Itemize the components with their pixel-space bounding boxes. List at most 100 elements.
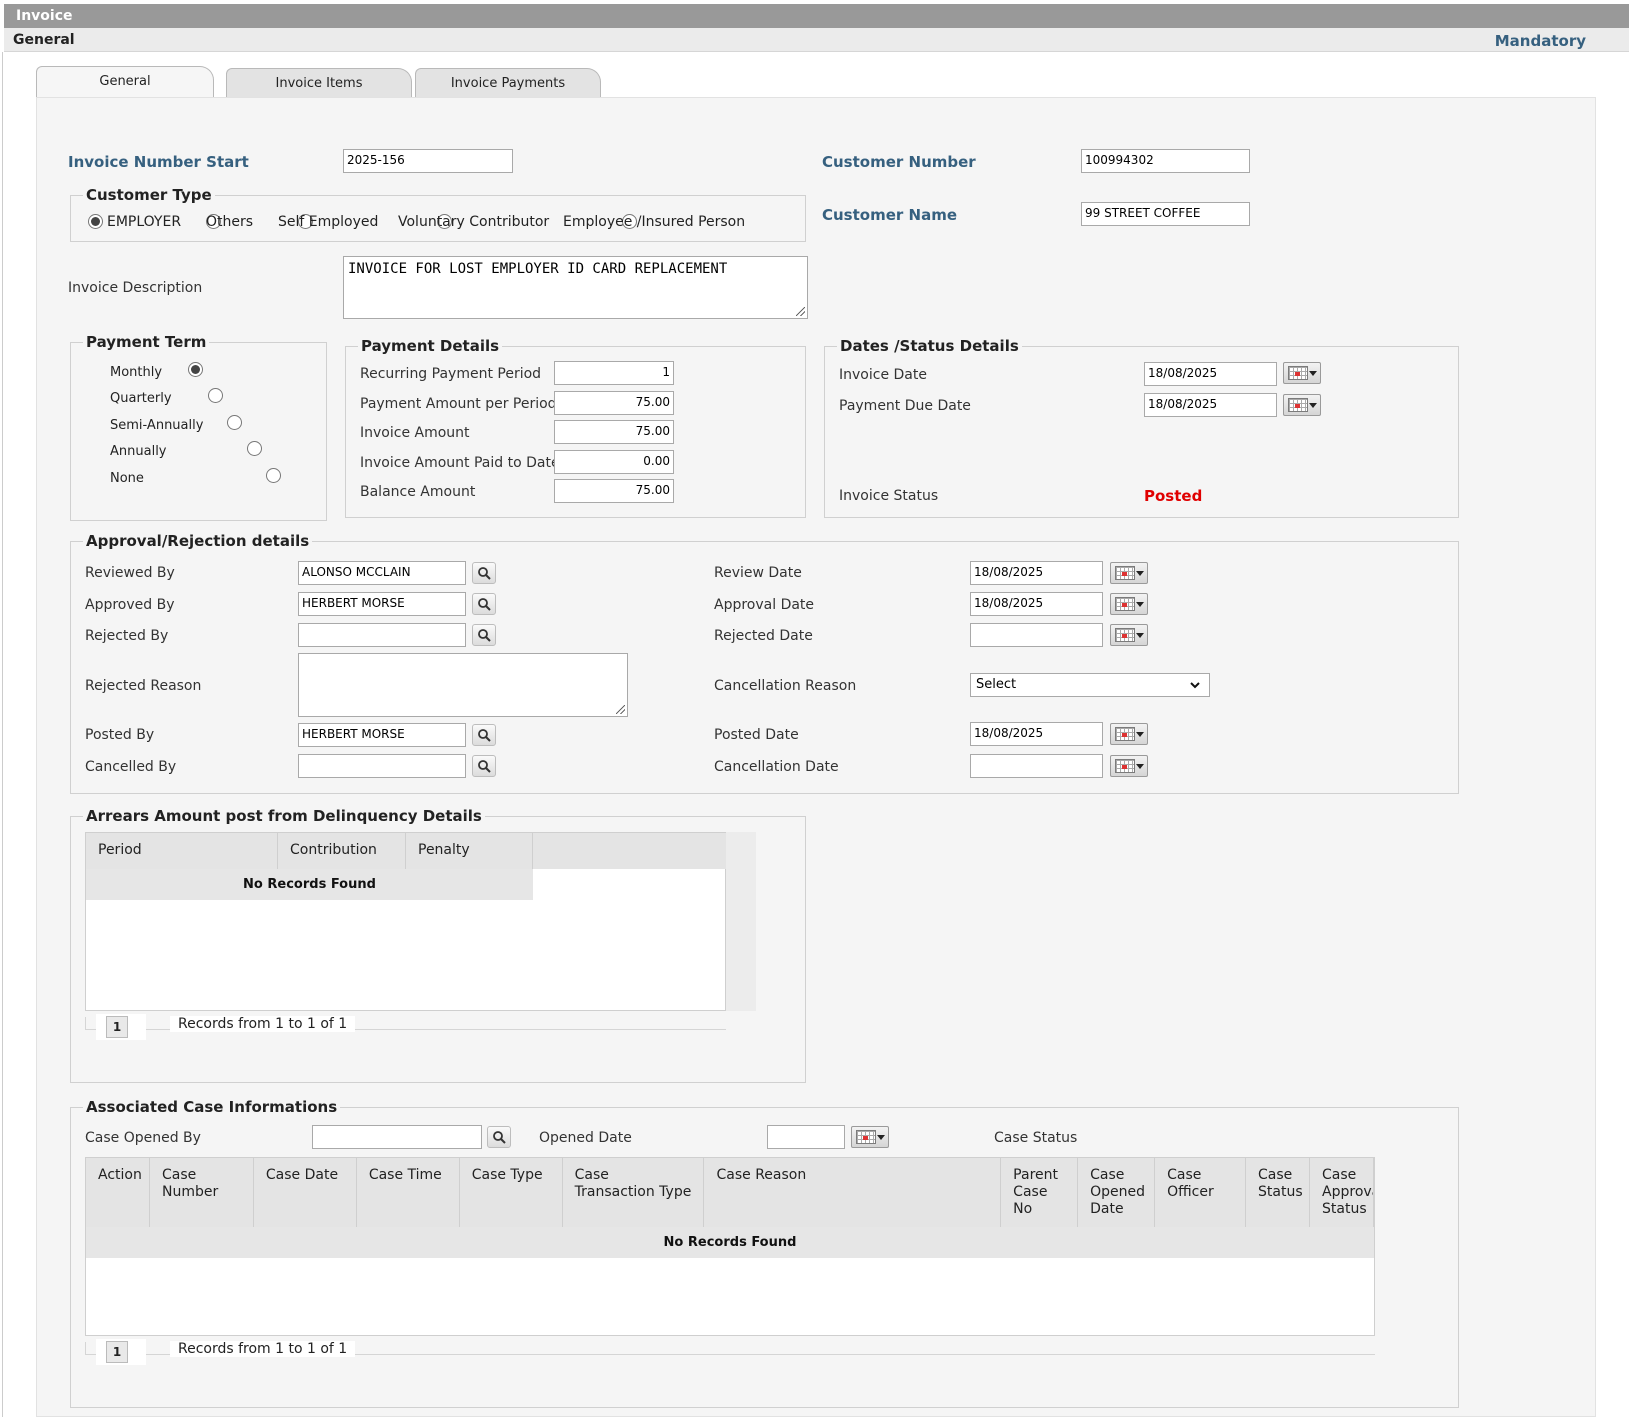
rejected-by-input[interactable] xyxy=(298,623,466,647)
cases-col-case-time[interactable]: Case Time xyxy=(356,1158,460,1227)
cases-records-text: Records from 1 to 1 of 1 xyxy=(170,1341,356,1357)
rejected-by-label: Rejected By xyxy=(85,628,169,644)
invoice-number-input[interactable]: 2025-156 xyxy=(343,149,513,173)
radio-none-label: None xyxy=(110,471,144,486)
posted-date-input[interactable]: 18/08/2025 xyxy=(970,722,1103,746)
amount-paid-label: Invoice Amount Paid to Date xyxy=(360,455,560,471)
resize-grip-icon[interactable] xyxy=(796,307,805,316)
invoice-date-label: Invoice Date xyxy=(839,367,927,383)
radio-employee-insured-label: Employee /Insured Person xyxy=(563,214,746,230)
radio-annually-label: Annually xyxy=(110,444,167,459)
posted-date-label: Posted Date xyxy=(714,727,799,743)
case-opened-by-input[interactable] xyxy=(312,1125,482,1149)
cases-col-case-status[interactable]: Case Status xyxy=(1246,1158,1311,1227)
rejected-date-calendar-icon[interactable] xyxy=(1110,624,1148,646)
invoice-description-label: Invoice Description xyxy=(68,280,203,296)
posted-by-input[interactable]: HERBERT MORSE xyxy=(298,723,466,747)
cases-col-approval-status[interactable]: Case Approval Status xyxy=(1310,1158,1374,1227)
arrears-page-button[interactable]: 1 xyxy=(106,1016,128,1038)
review-date-calendar-icon[interactable] xyxy=(1110,562,1148,584)
customer-number-input[interactable]: 100994302 xyxy=(1081,149,1250,173)
customer-name-input[interactable]: 99 STREET COFFEE xyxy=(1081,202,1250,226)
cases-col-case-officer[interactable]: Case Officer xyxy=(1155,1158,1247,1227)
payment-term-legend: Payment Term xyxy=(86,333,207,351)
reviewed-by-search-icon[interactable] xyxy=(472,562,496,584)
arrears-col-period[interactable]: Period xyxy=(86,833,278,869)
invoice-description-text: INVOICE FOR LOST EMPLOYER ID CARD REPLAC… xyxy=(348,261,728,277)
radio-monthly-label: Monthly xyxy=(110,365,163,380)
cases-page-button[interactable]: 1 xyxy=(106,1341,128,1363)
rejected-date-label: Rejected Date xyxy=(714,628,813,644)
approval-date-input[interactable]: 18/08/2025 xyxy=(970,592,1103,616)
payment-amount-label: Payment Amount per Period xyxy=(360,396,557,412)
approval-date-calendar-icon[interactable] xyxy=(1110,593,1148,615)
cancellation-date-calendar-icon[interactable] xyxy=(1110,755,1148,777)
cases-col-parent-case-no[interactable]: Parent Case No xyxy=(1001,1158,1079,1227)
dates-status-legend: Dates /Status Details xyxy=(840,337,1019,355)
cancelled-by-label: Cancelled By xyxy=(85,759,177,775)
approved-by-input[interactable]: HERBERT MORSE xyxy=(298,592,466,616)
payment-due-date-calendar-icon[interactable] xyxy=(1283,394,1321,416)
cancellation-reason-label: Cancellation Reason xyxy=(714,678,857,694)
customer-number-label: Customer Number xyxy=(822,153,976,171)
cases-col-case-reason[interactable]: Case Reason xyxy=(704,1158,1002,1227)
cases-col-case-number[interactable]: Case Number xyxy=(150,1158,254,1227)
case-opened-by-search-icon[interactable] xyxy=(487,1126,511,1148)
cases-col-opened-date[interactable]: Case Opened Date xyxy=(1078,1158,1156,1227)
resize-grip-icon[interactable] xyxy=(616,705,625,714)
arrears-scrollbar[interactable] xyxy=(726,832,756,1011)
window-title: Invoice xyxy=(4,4,1629,28)
rejected-date-input[interactable] xyxy=(970,623,1103,647)
tab-general[interactable]: General xyxy=(36,66,214,100)
cancelled-by-search-icon[interactable] xyxy=(472,755,496,777)
radio-quarterly[interactable] xyxy=(207,388,223,403)
cases-col-transaction-type[interactable]: Case Transaction Type xyxy=(562,1158,705,1227)
payment-amount-input[interactable]: 75.00 xyxy=(554,391,674,415)
arrears-col-contribution[interactable]: Contribution xyxy=(278,833,406,869)
payment-due-date-input[interactable]: 18/08/2025 xyxy=(1144,393,1277,417)
cancellation-date-label: Cancellation Date xyxy=(714,759,839,775)
rejected-by-search-icon[interactable] xyxy=(472,624,496,646)
invoice-date-input[interactable]: 18/08/2025 xyxy=(1144,362,1277,386)
rejected-reason-textarea[interactable] xyxy=(298,653,628,717)
recurring-period-input[interactable]: 1 xyxy=(554,361,674,385)
cancelled-by-input[interactable] xyxy=(298,754,466,778)
posted-date-calendar-icon[interactable] xyxy=(1110,723,1148,745)
opened-date-input[interactable] xyxy=(767,1125,845,1149)
opened-date-label: Opened Date xyxy=(539,1130,632,1146)
invoice-amount-input[interactable]: 75.00 xyxy=(554,420,674,444)
tab-invoice-items[interactable]: Invoice Items xyxy=(226,68,412,100)
payment-due-date-label: Payment Due Date xyxy=(839,398,971,414)
invoice-amount-label: Invoice Amount xyxy=(360,425,470,441)
mandatory-link[interactable]: Mandatory xyxy=(1495,32,1586,50)
balance-amount-input[interactable]: 75.00 xyxy=(554,479,674,503)
review-date-label: Review Date xyxy=(714,565,802,581)
posted-by-label: Posted By xyxy=(85,727,155,743)
amount-paid-input[interactable]: 0.00 xyxy=(554,450,674,474)
invoice-number-label: Invoice Number Start xyxy=(68,153,249,171)
section-title: General xyxy=(13,32,75,48)
cases-col-case-type[interactable]: Case Type xyxy=(459,1158,563,1227)
review-date-input[interactable]: 18/08/2025 xyxy=(970,561,1103,585)
cases-col-case-date[interactable]: Case Date xyxy=(253,1158,357,1227)
tab-invoice-payments[interactable]: Invoice Payments xyxy=(415,68,601,100)
section-header: General Mandatory xyxy=(4,28,1629,52)
opened-date-calendar-icon[interactable] xyxy=(851,1126,889,1148)
invoice-status-label: Invoice Status xyxy=(839,488,939,504)
invoice-description-textarea[interactable]: INVOICE FOR LOST EMPLOYER ID CARD REPLAC… xyxy=(343,256,808,319)
approval-date-label: Approval Date xyxy=(714,597,815,613)
radio-employer[interactable] xyxy=(88,214,103,229)
posted-by-search-icon[interactable] xyxy=(472,724,496,746)
arrears-header-filler xyxy=(533,833,726,869)
approved-by-search-icon[interactable] xyxy=(472,593,496,615)
radio-annually[interactable] xyxy=(246,441,262,456)
invoice-date-calendar-icon[interactable] xyxy=(1283,362,1321,384)
arrears-col-penalty[interactable]: Penalty xyxy=(406,833,533,869)
cancellation-reason-select[interactable]: Select xyxy=(970,673,1210,697)
cancellation-date-input[interactable] xyxy=(970,754,1103,778)
cases-col-action[interactable]: Action xyxy=(86,1158,150,1227)
reviewed-by-input[interactable]: ALONSO MCCLAIN xyxy=(298,561,466,585)
arrears-records-text: Records from 1 to 1 of 1 xyxy=(170,1016,356,1032)
radio-quarterly-label: Quarterly xyxy=(110,391,172,406)
radio-none[interactable] xyxy=(266,468,282,483)
